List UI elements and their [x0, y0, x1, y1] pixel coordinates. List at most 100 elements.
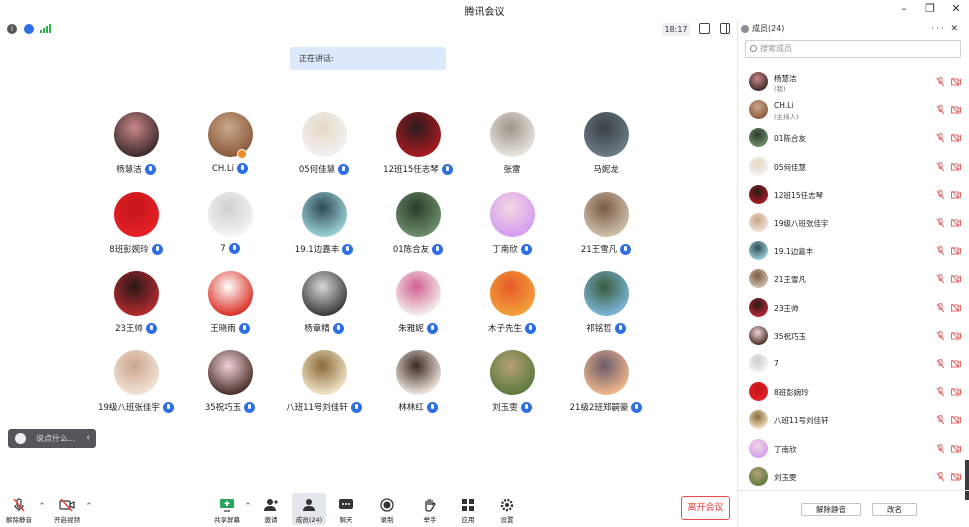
member-row[interactable]: CH.Li (主持人): [738, 96, 969, 123]
camera-off-icon[interactable]: [951, 472, 961, 481]
mic-muted-icon[interactable]: [936, 330, 945, 341]
camera-off-icon[interactable]: [951, 275, 961, 284]
member-row[interactable]: 7: [738, 350, 969, 377]
camera-off-icon[interactable]: [951, 331, 961, 340]
chat-button[interactable]: 聊天: [329, 493, 363, 525]
member-row[interactable]: 05何佳慧: [738, 153, 969, 180]
share-options-caret[interactable]: ^: [245, 502, 251, 510]
mic-muted-icon[interactable]: [936, 218, 945, 228]
participant-tile[interactable]: 杨慧洁: [92, 108, 180, 188]
shield-icon[interactable]: [24, 24, 34, 34]
participant-tile[interactable]: 朱雅妮: [374, 267, 462, 347]
member-row[interactable]: 19级八班张佳宇: [738, 209, 969, 236]
camera-off-icon[interactable]: [951, 106, 961, 115]
member-row[interactable]: 8班彭婉玲: [738, 378, 969, 405]
participant-tile[interactable]: 丁南欣: [468, 188, 556, 268]
participant-tile[interactable]: 马妮龙: [562, 108, 650, 188]
chevron-left-icon[interactable]: ‹: [86, 429, 90, 448]
mic-muted-icon[interactable]: [936, 77, 945, 87]
info-icon[interactable]: i: [7, 24, 17, 34]
participant-tile[interactable]: CH.Li: [186, 108, 274, 188]
mic-muted-icon[interactable]: [936, 443, 945, 454]
member-role: (我): [774, 85, 786, 93]
camera-off-icon[interactable]: [951, 303, 961, 312]
camera-off-icon[interactable]: [951, 416, 961, 425]
video-button[interactable]: 开启视频: [50, 493, 84, 525]
unmute-all-button[interactable]: 解除静音: [801, 503, 861, 516]
restore-button[interactable]: ❐: [923, 2, 937, 15]
member-row[interactable]: 01陈合友: [738, 124, 969, 151]
minimize-button[interactable]: –: [897, 2, 911, 15]
member-row[interactable]: 杨慧洁 (我): [738, 68, 969, 95]
participant-tile[interactable]: 21王雪凡: [562, 188, 650, 268]
member-row[interactable]: 35祝巧玉: [738, 322, 969, 349]
emoji-icon[interactable]: [15, 433, 26, 444]
member-search-input[interactable]: 搜索成员: [745, 40, 961, 58]
camera-off-icon[interactable]: [951, 360, 961, 368]
camera-off-icon[interactable]: [951, 219, 961, 227]
share-screen-button[interactable]: 共享屏幕: [210, 493, 244, 525]
mic-muted-icon[interactable]: [936, 302, 945, 313]
chat-input-pill[interactable]: 说点什么... ‹: [8, 429, 96, 448]
mic-muted-icon[interactable]: [936, 359, 945, 369]
participant-tile[interactable]: 祁铭哲: [562, 267, 650, 347]
participant-tile[interactable]: 刘玉雯: [468, 346, 556, 426]
participant-tile[interactable]: 12班15任志琴: [374, 108, 462, 188]
mute-button[interactable]: 解除静音: [2, 493, 36, 525]
camera-off-icon[interactable]: [951, 162, 961, 171]
mic-muted-icon[interactable]: [936, 133, 945, 143]
participant-tile[interactable]: 7: [186, 188, 274, 268]
mic-muted-icon[interactable]: [936, 189, 945, 200]
participant-name-row: 刘玉雯: [462, 401, 562, 413]
participant-tile[interactable]: 19.1边嘉丰: [280, 188, 368, 268]
member-row[interactable]: 21王雪凡: [738, 265, 969, 292]
member-row[interactable]: 23王帅: [738, 294, 969, 321]
member-row[interactable]: 19.1边嘉丰: [738, 237, 969, 264]
participant-tile[interactable]: 王晓雨: [186, 267, 274, 347]
member-row[interactable]: 八班11号刘佳轩: [738, 406, 969, 433]
record-button[interactable]: 录制: [370, 493, 404, 525]
participant-tile[interactable]: 21级2班郑嗣豪: [562, 346, 650, 426]
participant-tile[interactable]: 05何佳慧: [280, 108, 368, 188]
mute-options-caret[interactable]: ^: [39, 502, 45, 510]
camera-off-icon[interactable]: [951, 190, 961, 199]
participant-tile[interactable]: 19级八班张佳宇: [92, 346, 180, 426]
apps-button[interactable]: 应用: [451, 493, 485, 525]
invite-button[interactable]: 邀请: [254, 493, 288, 525]
mic-muted-icon[interactable]: [936, 161, 945, 172]
camera-off-icon[interactable]: [951, 247, 961, 256]
video-options-caret[interactable]: ^: [86, 502, 92, 510]
mic-muted-icon[interactable]: [936, 415, 945, 425]
members-button[interactable]: 成员(24): [292, 493, 326, 525]
mic-muted-icon[interactable]: [936, 387, 945, 397]
participant-tile[interactable]: 八班11号刘佳轩: [280, 346, 368, 426]
participant-tile[interactable]: 23王帅: [92, 267, 180, 347]
participant-tile[interactable]: 木子先生: [468, 267, 556, 347]
fullscreen-icon[interactable]: [699, 23, 710, 34]
participant-tile[interactable]: 林林红: [374, 346, 462, 426]
member-row[interactable]: 丁南欣: [738, 435, 969, 462]
mic-muted-icon[interactable]: [936, 274, 945, 284]
mic-muted-icon[interactable]: [936, 105, 945, 115]
camera-off-icon[interactable]: [951, 78, 961, 86]
camera-off-icon[interactable]: [951, 444, 961, 453]
participant-tile[interactable]: 8班彭婉玲: [92, 188, 180, 268]
participant-tile[interactable]: 35祝巧玉: [186, 346, 274, 426]
raise-hand-button[interactable]: 举手: [413, 493, 447, 525]
sidebar-toggle-icon[interactable]: [720, 23, 730, 34]
network-signal-icon[interactable]: [40, 24, 52, 33]
settings-button[interactable]: 设置: [490, 493, 524, 525]
participant-tile[interactable]: 杨章精: [280, 267, 368, 347]
participant-tile[interactable]: 01陈合友: [374, 188, 462, 268]
close-button[interactable]: ✕: [949, 2, 963, 15]
mic-muted-icon[interactable]: [936, 471, 945, 482]
participant-tile[interactable]: 张雷: [468, 108, 556, 188]
leave-meeting-button[interactable]: 离开会议: [681, 496, 730, 520]
member-row[interactable]: 刘玉雯: [738, 463, 969, 490]
mic-muted-icon[interactable]: [936, 246, 945, 256]
panel-menu-close[interactable]: ··· ✕: [931, 20, 960, 38]
camera-off-icon[interactable]: [951, 388, 961, 397]
camera-off-icon[interactable]: [951, 134, 961, 143]
member-row[interactable]: 12班15任志琴: [738, 181, 969, 208]
rename-button[interactable]: 改名: [872, 503, 917, 516]
